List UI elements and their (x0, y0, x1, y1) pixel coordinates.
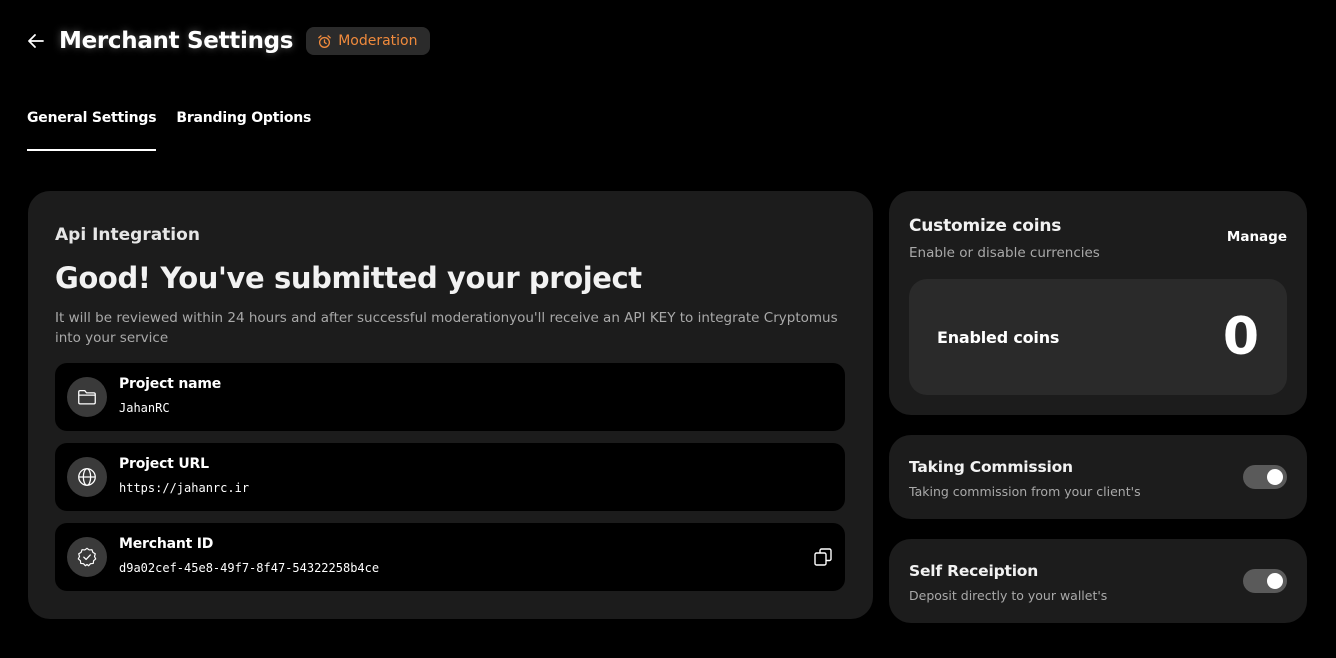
copy-icon (814, 548, 832, 566)
taking-commission-subtitle: Taking commission from your client's (909, 484, 1141, 499)
project-name-icon-wrap (67, 377, 107, 417)
project-url-value: https://jahanrc.ir (119, 481, 250, 495)
customize-coins-subtitle: Enable or disable currencies (909, 245, 1100, 261)
alarm-clock-icon (318, 34, 331, 48)
project-name-row: Project name JahanRC (55, 363, 845, 431)
tab-general-settings[interactable]: General Settings (27, 110, 157, 151)
project-name-value: JahanRC (119, 401, 170, 415)
api-integration-card: Api Integration Good! You've submitted y… (28, 191, 873, 619)
verified-badge-icon (77, 547, 97, 567)
project-url-row: Project URL https://jahanrc.ir (55, 443, 845, 511)
enabled-coins-box: Enabled coins 0 (909, 279, 1287, 395)
toggle-knob (1267, 573, 1283, 589)
taking-commission-card: Taking Commission Taking commission from… (889, 435, 1307, 519)
merchant-id-value: d9a02cef-45e8-49f7-8f47-54322258b4ce (119, 561, 380, 575)
merchant-id-icon-wrap (67, 537, 107, 577)
self-receiption-card: Self Receiption Deposit directly to your… (889, 539, 1307, 623)
api-integration-heading: Api Integration (55, 225, 200, 245)
manage-coins-button[interactable]: Manage (1227, 229, 1287, 245)
settings-tabs: General Settings Branding Options (27, 110, 311, 151)
taking-commission-title: Taking Commission (909, 458, 1073, 476)
enabled-coins-label: Enabled coins (937, 328, 1060, 347)
copy-merchant-id-button[interactable] (813, 547, 833, 567)
self-receiption-toggle[interactable] (1243, 569, 1287, 593)
self-receiption-title: Self Receiption (909, 562, 1039, 580)
self-receiption-subtitle: Deposit directly to your wallet's (909, 588, 1108, 603)
folder-icon (78, 389, 96, 405)
globe-icon (78, 468, 96, 486)
project-name-label: Project name (119, 376, 222, 392)
project-url-label: Project URL (119, 456, 209, 472)
tab-branding-options[interactable]: Branding Options (176, 110, 311, 151)
toggle-knob (1267, 469, 1283, 485)
customize-coins-title: Customize coins (909, 216, 1062, 236)
merchant-id-label: Merchant ID (119, 536, 214, 552)
customize-coins-card: Customize coins Enable or disable curren… (889, 191, 1307, 415)
enabled-coins-count: 0 (1222, 307, 1259, 367)
status-badge: Moderation (306, 27, 430, 55)
api-description: It will be reviewed within 24 hours and … (55, 310, 838, 346)
back-button[interactable] (26, 31, 46, 51)
api-submitted-title: Good! You've submitted your project (55, 261, 642, 295)
merchant-settings-page: Merchant Settings Moderation General Set… (0, 0, 1336, 658)
merchant-id-row: Merchant ID d9a02cef-45e8-49f7-8f47-5432… (55, 523, 845, 591)
taking-commission-toggle[interactable] (1243, 465, 1287, 489)
arrow-left-icon (28, 34, 44, 48)
page-header: Merchant Settings Moderation (26, 27, 430, 55)
project-url-icon-wrap (67, 457, 107, 497)
status-badge-label: Moderation (338, 33, 418, 49)
page-title: Merchant Settings (59, 28, 294, 54)
